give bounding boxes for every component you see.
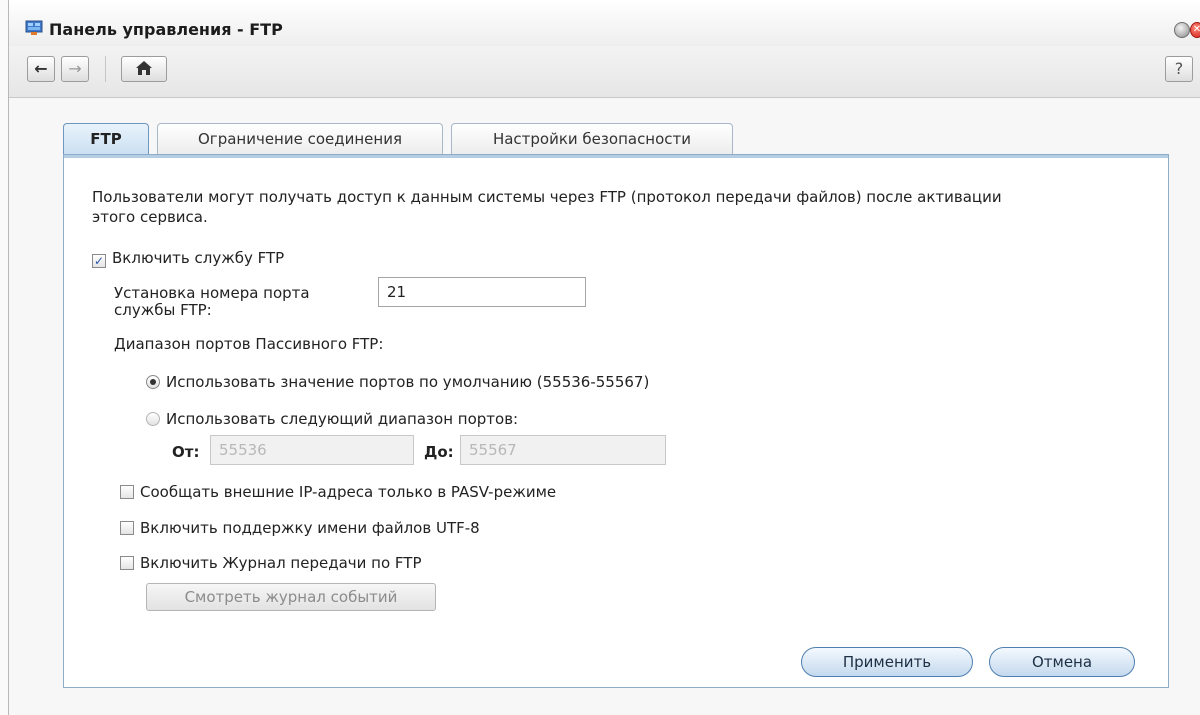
enable-ftp-checkbox[interactable]: ✓ — [92, 254, 106, 268]
radio-default-ports-row[interactable]: Использовать значение портов по умолчани… — [146, 373, 649, 391]
radio-custom-ports-label: Использовать следующий диапазон портов: — [166, 410, 519, 428]
close-button[interactable]: ✕ — [1190, 22, 1200, 38]
to-label: До: — [424, 443, 454, 461]
cancel-button[interactable]: Отмена — [989, 647, 1135, 677]
utf8-label: Включить поддержку имени файлов UTF-8 — [140, 519, 480, 537]
apply-button[interactable]: Применить — [801, 647, 973, 677]
window-title: Панель управления - FTP — [49, 20, 283, 39]
enable-ftp-label: Включить службу FTP — [112, 249, 285, 267]
minimize-button[interactable] — [1174, 22, 1190, 38]
description-line-1: Пользователи могут получать доступ к дан… — [92, 188, 1002, 206]
back-button[interactable]: ← — [27, 56, 55, 82]
control-panel-window: Панель управления - FTP ✕ ← → ? FTP Огра… — [8, 0, 1200, 715]
tab-security-settings[interactable]: Настройки безопасности — [451, 123, 733, 155]
radio-default-ports-label: Использовать значение портов по умолчани… — [166, 373, 650, 391]
ftp-port-input[interactable]: 21 — [378, 277, 586, 307]
home-button[interactable] — [121, 56, 167, 82]
pasv-only-label: Сообщать внешние IP-адреса только в PASV… — [140, 483, 557, 501]
utf8-row[interactable]: Включить поддержку имени файлов UTF-8 — [120, 519, 480, 537]
toolbar-divider — [105, 56, 106, 82]
passive-range-label: Диапазон портов Пассивного FTP: — [114, 335, 384, 353]
port-to-input[interactable]: 55567 — [460, 435, 666, 465]
port-label-line-2: службы FTP: — [114, 301, 212, 319]
ftp-description: Пользователи могут получать доступ к дан… — [92, 187, 1152, 227]
home-icon — [136, 61, 152, 75]
pasv-only-row[interactable]: Сообщать внешние IP-адреса только в PASV… — [120, 483, 556, 501]
view-log-button[interactable]: Смотреть журнал событий — [146, 583, 436, 611]
port-label: Установка номера порта службы FTP: — [114, 285, 310, 319]
tab-ftp[interactable]: FTP — [63, 123, 149, 156]
ftp-settings-panel: Пользователи могут получать доступ к дан… — [63, 154, 1169, 688]
port-label-line-1: Установка номера порта — [114, 284, 310, 302]
toolbar: ← → ? — [9, 46, 1200, 98]
radio-default-ports[interactable] — [146, 375, 160, 389]
from-label: От: — [172, 443, 200, 461]
help-button[interactable]: ? — [1165, 56, 1193, 82]
port-from-input[interactable]: 55536 — [210, 435, 414, 465]
enable-ftp-row[interactable]: ✓ Включить службу FTP — [92, 249, 284, 268]
control-panel-app-icon — [25, 20, 43, 35]
radio-custom-ports[interactable] — [146, 412, 160, 426]
title-bar: Панель управления - FTP ✕ — [9, 0, 1200, 46]
transfer-log-label: Включить Журнал передачи по FTP — [140, 554, 422, 572]
pasv-only-checkbox[interactable] — [120, 485, 134, 499]
tab-connection-limit[interactable]: Ограничение соединения — [157, 123, 443, 155]
transfer-log-checkbox[interactable] — [120, 556, 134, 570]
panel-top-border — [64, 155, 1168, 158]
radio-custom-ports-row[interactable]: Использовать следующий диапазон портов: — [146, 410, 518, 428]
description-line-2: этого сервиса. — [92, 208, 208, 226]
transfer-log-row[interactable]: Включить Журнал передачи по FTP — [120, 554, 421, 572]
forward-button[interactable]: → — [61, 56, 89, 82]
utf8-checkbox[interactable] — [120, 521, 134, 535]
